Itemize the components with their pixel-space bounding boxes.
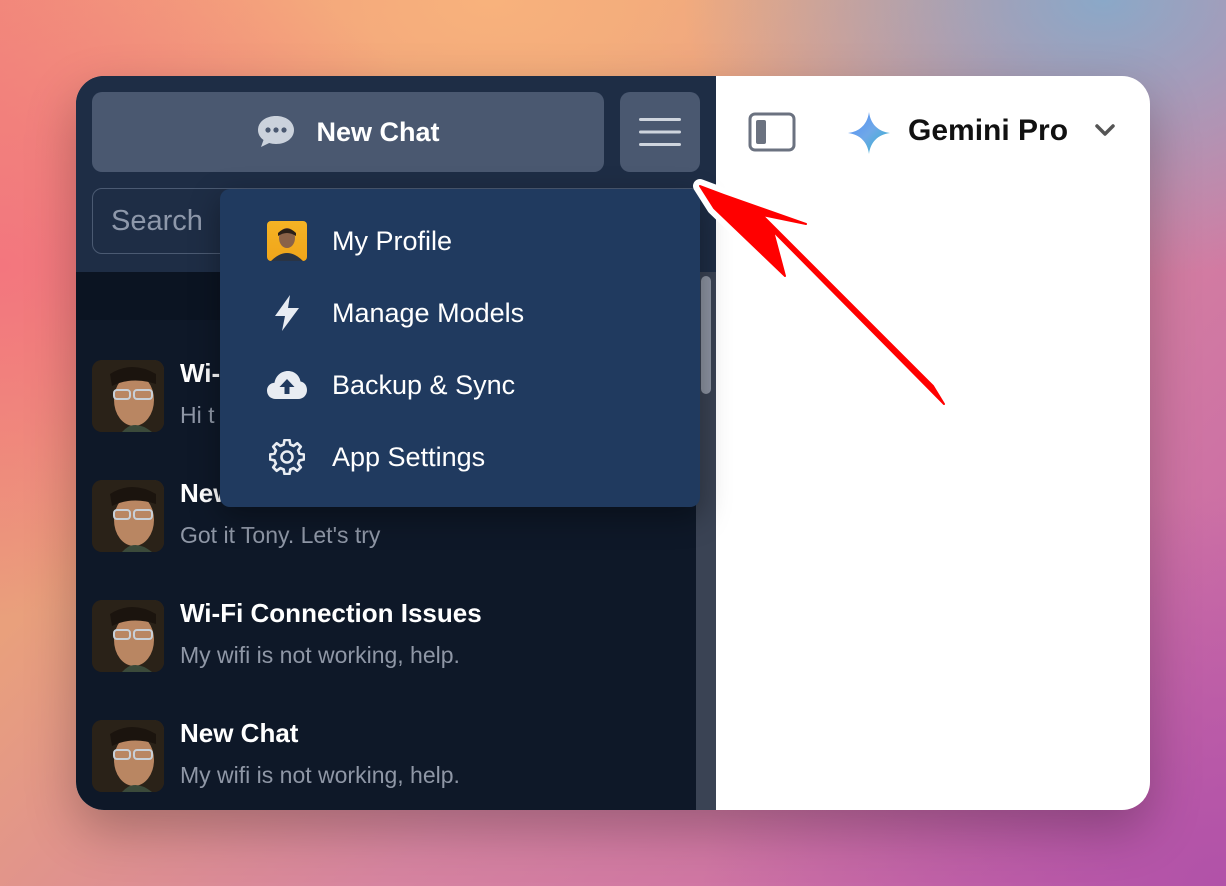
cloud-upload-icon — [266, 364, 308, 406]
profile-avatar — [266, 220, 308, 262]
menu-item-my-profile[interactable]: My Profile — [220, 205, 700, 277]
menu-item-label: Manage Models — [332, 297, 525, 328]
model-selector-label[interactable]: Gemini Pro — [908, 114, 1068, 148]
chat-list-item[interactable]: New Chat My wifi is not working, help. — [76, 698, 696, 810]
hamburger-icon — [639, 118, 681, 146]
chat-title: New Chat — [180, 718, 299, 748]
menu-item-manage-models[interactable]: Manage Models — [220, 277, 700, 349]
app-menu-dropdown: My Profile Manage Models Backup & Sync A… — [220, 189, 700, 507]
chat-preview: My wifi is not working, help. — [180, 642, 460, 668]
lightning-icon — [266, 292, 308, 334]
chat-preview: Got it Tony. Let's try — [180, 522, 381, 548]
gemini-sparkle-icon — [848, 112, 890, 154]
avatar-portrait-icon — [92, 360, 164, 432]
scrollbar-thumb[interactable] — [701, 276, 711, 394]
chevron-down-icon[interactable] — [1094, 122, 1116, 140]
menu-item-app-settings[interactable]: App Settings — [220, 421, 700, 493]
sidebar-toggle-icon[interactable] — [748, 112, 796, 152]
app-window: New Chat Search Wi- Hi t New Got it Tony… — [76, 76, 1150, 810]
chat-list-item[interactable]: Wi-Fi Connection Issues My wifi is not w… — [76, 578, 696, 698]
sidebar: New Chat Search Wi- Hi t New Got it Tony… — [76, 76, 716, 810]
avatar-portrait-icon — [92, 480, 164, 552]
new-chat-label: New Chat — [316, 116, 440, 147]
chat-preview: My wifi is not working, help. — [180, 762, 460, 788]
avatar-portrait-icon — [92, 600, 164, 672]
hamburger-menu-button[interactable] — [620, 92, 700, 172]
avatar-portrait-icon — [92, 720, 164, 792]
chat-bubble-icon — [258, 116, 295, 147]
chat-title: Wi-Fi Connection Issues — [180, 598, 482, 628]
chat-avatar — [92, 480, 164, 552]
chat-title: Wi- — [180, 358, 221, 388]
main-header: Gemini Pro — [716, 76, 1150, 186]
menu-item-backup-sync[interactable]: Backup & Sync — [220, 349, 700, 421]
chat-avatar — [92, 720, 164, 792]
menu-item-label: App Settings — [332, 441, 486, 472]
chat-avatar — [92, 360, 164, 432]
chat-avatar — [92, 600, 164, 672]
gear-icon — [266, 436, 308, 478]
chat-preview: Hi t — [180, 402, 215, 428]
menu-item-label: My Profile — [332, 225, 453, 256]
new-chat-button[interactable]: New Chat — [92, 92, 604, 172]
menu-item-label: Backup & Sync — [332, 369, 516, 400]
